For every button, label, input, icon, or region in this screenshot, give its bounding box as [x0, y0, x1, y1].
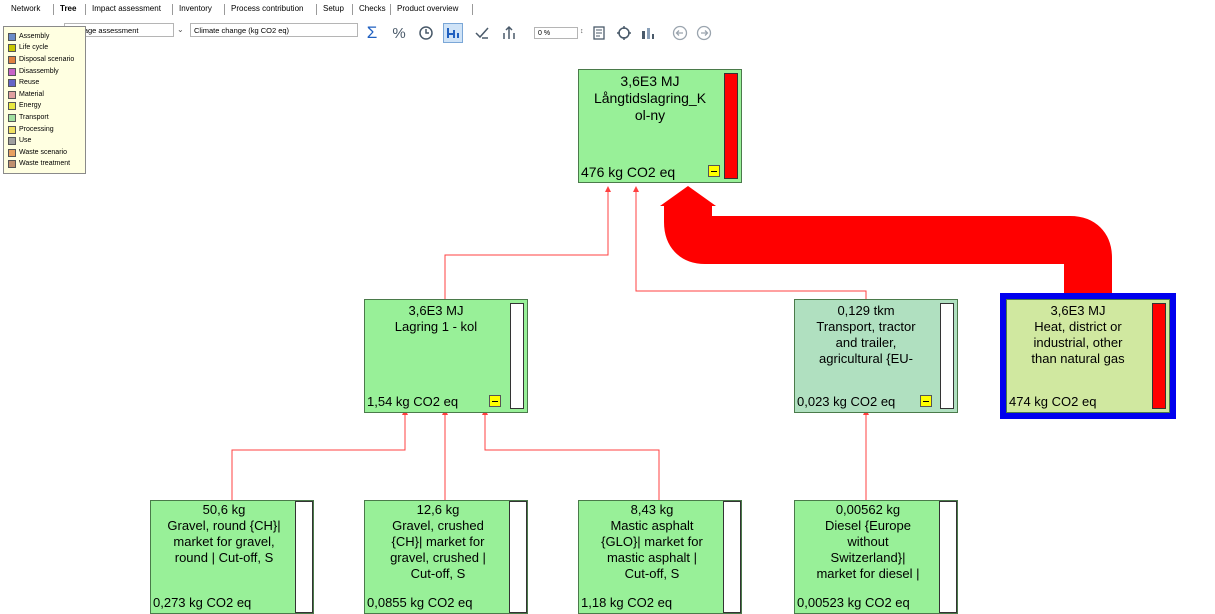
collapse-icon[interactable] [489, 395, 501, 407]
process-node-transport[interactable]: 0,129 tkm Transport, tractor and trailer… [794, 299, 958, 413]
node-label: 0,00562 kg Diesel {Europe without Switze… [816, 502, 920, 581]
node-impact: 1,18 kg CO2 eq [581, 595, 673, 610]
legend-swatch [8, 113, 16, 122]
legend-label: Disassembly [19, 67, 59, 75]
legend-label: Waste treatment [19, 160, 71, 168]
impact-bar [724, 73, 738, 179]
process-node-gravel-crushed[interactable]: 12,6 kg Gravel, crushed {CH}| market for… [364, 500, 528, 614]
legend-swatch [8, 44, 16, 53]
legend-swatch [8, 67, 16, 76]
legend-label: Processing [19, 125, 54, 133]
impact-bar [295, 501, 313, 613]
legend-swatch [8, 125, 16, 134]
node-label: 8,43 kg Mastic asphalt {GLO}| market for… [601, 502, 703, 581]
legend-swatch [8, 90, 16, 99]
legend-swatch [8, 32, 16, 41]
legend-label: Assembly [19, 32, 50, 40]
node-impact: 476 kg CO2 eq [581, 164, 676, 180]
node-label: 3,6E3 MJ Långtidslagring_K ol-ny [593, 73, 707, 123]
legend-label: Reuse [19, 79, 40, 87]
legend-item: Reuse [4, 77, 85, 89]
impact-bar [510, 303, 524, 409]
legend-swatch [8, 160, 16, 169]
link-lagring-root [444, 190, 609, 299]
impact-bar [940, 303, 954, 409]
impact-bar [1152, 303, 1166, 409]
process-node-root[interactable]: 3,6E3 MJ Långtidslagring_K ol-ny 476 kg … [578, 69, 742, 183]
legend-item: Life cycle [4, 43, 85, 55]
legend-item: Disposal scenario [4, 54, 85, 66]
process-type-legend: Assembly Life cycle Disposal scenario Disas… [3, 26, 86, 174]
impact-bar [939, 501, 957, 613]
legend-item: Use [4, 135, 85, 147]
process-node-diesel[interactable]: 0,00562 kg Diesel {Europe without Switze… [794, 500, 958, 614]
legend-item: Disassembly [4, 66, 85, 78]
node-label: 12,6 kg Gravel, crushed {CH}| market for… [390, 502, 486, 581]
heat-flow-arrowhead [660, 186, 716, 206]
process-node-gravel-round[interactable]: 50,6 kg Gravel, round {CH}| market for g… [150, 500, 314, 614]
legend-swatch [8, 148, 16, 157]
legend-swatch [8, 55, 16, 64]
collapse-icon[interactable] [708, 165, 720, 177]
legend-item: Waste treatment [4, 159, 85, 171]
node-impact: 0,0855 kg CO2 eq [367, 595, 473, 610]
node-impact: 1,54 kg CO2 eq [367, 394, 459, 409]
legend-item: Material [4, 89, 85, 101]
node-impact: 0,023 kg CO2 eq [797, 394, 896, 409]
heat-flow-link [664, 205, 1112, 294]
legend-label: Energy [19, 102, 42, 110]
legend-item: Waste scenario [4, 147, 85, 159]
legend-swatch [8, 79, 16, 88]
legend-label: Life cycle [19, 44, 49, 52]
node-label: 3,6E3 MJ Heat, district or industrial, o… [1031, 303, 1125, 366]
collapse-icon[interactable] [920, 395, 932, 407]
node-label: 50,6 kg Gravel, round {CH}| market for g… [167, 502, 281, 565]
process-node-mastic[interactable]: 8,43 kg Mastic asphalt {GLO}| market for… [578, 500, 742, 614]
legend-swatch [8, 137, 16, 146]
legend-label: Transport [19, 113, 49, 121]
node-label: 0,129 tkm Transport, tractor and trailer… [816, 303, 916, 366]
process-node-heat[interactable]: 3,6E3 MJ Heat, district or industrial, o… [1000, 293, 1176, 419]
legend-item: Transport [4, 112, 85, 124]
link-gravel-round [231, 413, 406, 500]
legend-label: Use [19, 137, 32, 145]
legend-item: Energy [4, 101, 85, 113]
process-node-lagring[interactable]: 3,6E3 MJ Lagring 1 - kol 1,54 kg CO2 eq [364, 299, 528, 413]
node-impact: 474 kg CO2 eq [1009, 394, 1097, 409]
legend-label: Material [19, 90, 44, 98]
node-impact: 0,273 kg CO2 eq [153, 595, 252, 610]
legend-label: Disposal scenario [19, 55, 75, 63]
legend-item: Assembly [4, 31, 85, 43]
impact-bar [509, 501, 527, 613]
impact-bar [723, 501, 741, 613]
legend-swatch [8, 102, 16, 111]
legend-item: Processing [4, 124, 85, 136]
node-impact: 0,00523 kg CO2 eq [797, 595, 910, 610]
legend-label: Waste scenario [19, 148, 67, 156]
node-label: 3,6E3 MJ Lagring 1 - kol [394, 303, 478, 334]
link-mastic [484, 413, 660, 500]
